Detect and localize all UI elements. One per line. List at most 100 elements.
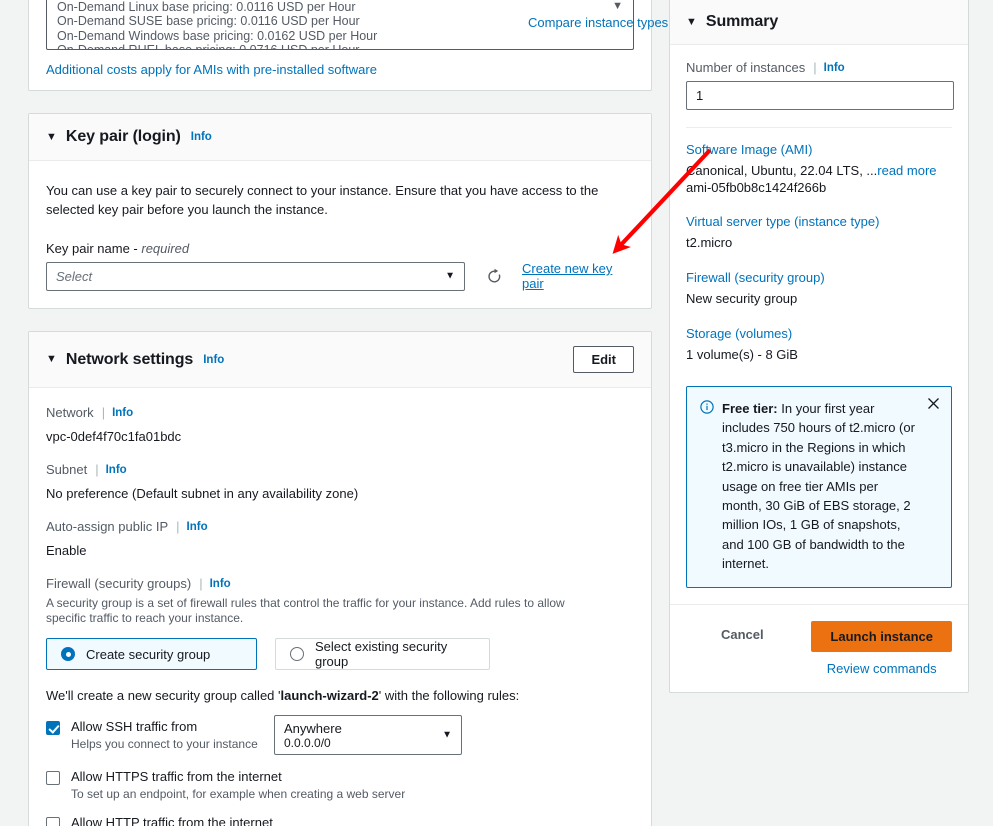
subnet-label-row: Subnet | Info [46,462,634,477]
network-value: vpc-0def4f70c1fa01bdc [46,429,182,444]
launch-actions: Launch instance Review commands [811,620,952,676]
instances-info-link[interactable]: Info [824,62,845,74]
allow-https-sublabel: To set up an endpoint, for example when … [71,787,406,801]
subnet-info-link[interactable]: Info [106,464,127,476]
additional-costs-link[interactable]: Additional costs apply for AMIs with pre… [46,62,634,77]
cancel-button[interactable]: Cancel [719,621,766,648]
allow-ssh-checkbox[interactable] [46,721,60,735]
ssh-source-cidr: 0.0.0.0/0 [284,736,331,750]
ami-name: Canonical, Ubuntu, 22.04 LTS, ... [686,163,878,178]
summary-firewall-group: Firewall (security group) New security g… [686,270,952,308]
radio-create-security-group-label: Create security group [86,646,211,662]
software-image-ami-link[interactable]: Software Image (AMI) [686,142,812,157]
summary-footer: Cancel Launch instance Review commands [670,603,968,692]
ami-read-more-link[interactable]: read more [877,163,936,178]
review-commands-link[interactable]: Review commands [811,661,952,676]
chevron-down-icon: ▼ [445,270,456,282]
free-tier-label: Free tier: [722,401,778,416]
summary-title: Summary [705,13,779,30]
left-column: On-Demand Linux base pricing: 0.0116 USD… [28,0,668,826]
network-settings-title: Network settings [65,350,194,368]
virtual-server-type-link[interactable]: Virtual server type (instance type) [686,214,879,229]
key-pair-select-placeholder: Select [56,268,93,284]
security-group-mode-radio-group: Create security group Select existing se… [46,638,634,670]
key-pair-name-label-text: Key pair name - [46,241,142,256]
required-marker: required [141,241,190,256]
close-icon[interactable] [927,397,940,413]
number-of-instances-label-row: Number of instances | Info [686,60,952,75]
ami-id: ami-05fb0b8c1424f266b [686,180,827,195]
number-of-instances-label: Number of instances [686,60,806,75]
launch-instance-button[interactable]: Launch instance [811,620,952,652]
summary-card: ▼ Summary Number of instances | Info Sof… [669,0,969,693]
edit-network-settings-button[interactable]: Edit [573,346,634,373]
rule-texts: Allow SSH traffic from Helps you connect… [71,719,261,755]
summary-header: ▼ Summary [670,0,968,45]
key-pair-select-row: Select ▼ Create new key pair [46,261,634,291]
network-settings-info-link[interactable]: Info [203,354,224,366]
key-pair-header: ▼ Key pair (login) Info [29,114,651,161]
key-pair-name-select[interactable]: Select ▼ [46,261,466,291]
firewall-security-group-link[interactable]: Firewall (security group) [686,270,825,285]
key-pair-card: ▼ Key pair (login) Info You can use a ke… [28,113,652,309]
autoip-label-row: Auto-assign public IP | Info [46,519,634,534]
subnet-label: Subnet [46,462,88,477]
firewall-description: A security group is a set of firewall ru… [46,596,565,625]
network-settings-card: ▼ Network settings Info Edit Network | I… [28,331,652,826]
rule-texts: Allow HTTPS traffic from the internet To… [71,769,405,801]
key-pair-title: Key pair (login) [65,128,181,145]
autoip-info-link[interactable]: Info [187,521,208,533]
number-of-instances-input[interactable] [686,81,954,110]
network-label: Network [46,405,94,420]
allow-https-checkbox[interactable] [46,771,60,785]
security-group-name-note: We'll create a new security group called… [46,688,634,703]
allow-ssh-label: Allow SSH traffic from [71,719,198,734]
create-new-key-pair-link[interactable]: Create new key pair [522,261,634,291]
divider: | [813,60,817,75]
free-tier-text: Free tier: In your first year includes 7… [722,399,917,574]
radio-select-existing-security-group[interactable]: Select existing security group [275,638,490,670]
caret-down-icon[interactable]: ▼ [46,354,57,365]
allow-http-label: Allow HTTP traffic from the internet [71,815,273,826]
divider: | [176,519,180,534]
network-settings-body: Network | Info vpc-0def4f70c1fa01bdc Sub… [29,388,651,826]
key-pair-info-link[interactable]: Info [191,131,212,143]
firewall-info-link[interactable]: Info [210,578,231,590]
radio-create-security-group[interactable]: Create security group [46,638,257,670]
refresh-icon[interactable] [486,268,503,285]
caret-down-icon[interactable]: ▼ [686,16,697,28]
ami-value: Canonical, Ubuntu, 22.04 LTS, ...read mo… [686,162,952,180]
storage-value: 1 volume(s) - 8 GiB [686,347,798,362]
storage-volumes-link[interactable]: Storage (volumes) [686,326,792,341]
rule-texts: Allow HTTP traffic from the internet To … [71,815,405,826]
firewall-label: Firewall (security groups) [46,576,192,591]
sg-note-pre: We'll create a new security group called… [46,688,281,703]
divider: | [199,576,203,591]
radio-indicator [290,647,304,661]
chevron-down-icon[interactable]: ▼ [612,0,623,12]
summary-body: Number of instances | Info Software Imag… [670,45,968,604]
network-info-link[interactable]: Info [112,407,133,419]
summary-column: ▼ Summary Number of instances | Info Sof… [669,0,969,693]
auto-assign-public-ip-label: Auto-assign public IP [46,519,169,534]
free-tier-info-banner: Free tier: In your first year includes 7… [686,386,952,588]
firewall-value: New security group [686,291,798,306]
allow-ssh-sublabel: Helps you connect to your instance [71,737,258,751]
compare-instance-types-link[interactable]: Compare instance types [528,15,668,30]
ssh-source-select[interactable]: Anywhere 0.0.0.0/0 ▼ [274,715,462,755]
divider: | [101,405,106,420]
summary-ami-group: Software Image (AMI) Canonical, Ubuntu, … [686,142,952,196]
pricing-line: On-Demand Linux base pricing: 0.0116 USD… [57,0,356,14]
instance-type-pricing-card: On-Demand Linux base pricing: 0.0116 USD… [28,0,668,91]
firewall-label-row: Firewall (security groups) | Info [46,576,634,591]
pricing-line: On-Demand Windows base pricing: 0.0162 U… [57,28,378,43]
allow-http-checkbox[interactable] [46,817,60,826]
divider: | [95,462,99,477]
subnet-value: No preference (Default subnet in any ava… [46,486,359,501]
summary-storage-group: Storage (volumes) 1 volume(s) - 8 GiB [686,326,952,364]
rule-row-https: Allow HTTPS traffic from the internet To… [46,769,634,801]
caret-down-icon[interactable]: ▼ [46,131,57,143]
pricing-line: On-Demand RHEL base pricing: 0.0716 USD … [57,43,623,49]
divider [686,127,952,128]
instance-type-value: t2.micro [686,235,733,250]
